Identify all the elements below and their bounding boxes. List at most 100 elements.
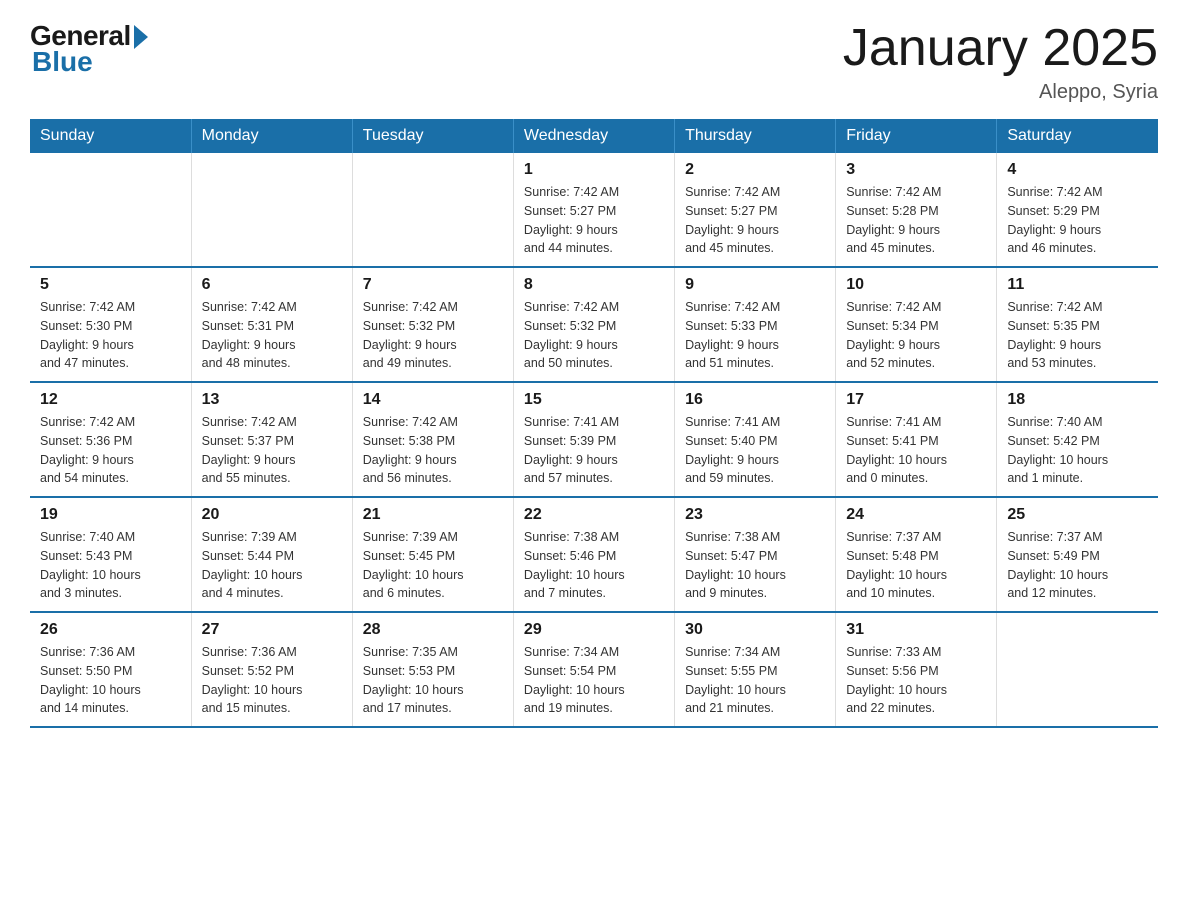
calendar-cell: 29 Sunrise: 7:34 AMSunset: 5:54 PMDayligh…: [513, 612, 674, 727]
calendar-cell: 26 Sunrise: 7:36 AMSunset: 5:50 PMDayligh…: [30, 612, 191, 727]
day-number: 14: [363, 391, 503, 409]
day-number: 1: [524, 161, 664, 179]
calendar-cell: [997, 612, 1158, 727]
day-info: Sunrise: 7:37 AMSunset: 5:48 PMDaylight:…: [846, 528, 986, 603]
week-row-5: 26 Sunrise: 7:36 AMSunset: 5:50 PMDayligh…: [30, 612, 1158, 727]
day-info: Sunrise: 7:36 AMSunset: 5:50 PMDaylight:…: [40, 643, 181, 718]
day-info: Sunrise: 7:37 AMSunset: 5:49 PMDaylight:…: [1007, 528, 1148, 603]
calendar-location: Aleppo, Syria: [843, 81, 1158, 104]
day-info: Sunrise: 7:42 AMSunset: 5:31 PMDaylight:…: [202, 298, 342, 373]
day-number: 10: [846, 276, 986, 294]
day-number: 4: [1007, 161, 1148, 179]
day-number: 25: [1007, 506, 1148, 524]
day-number: 16: [685, 391, 825, 409]
logo-triangle-icon: [134, 25, 148, 49]
day-number: 29: [524, 621, 664, 639]
day-number: 21: [363, 506, 503, 524]
calendar-cell: 5 Sunrise: 7:42 AMSunset: 5:30 PMDaylight…: [30, 267, 191, 382]
day-number: 7: [363, 276, 503, 294]
calendar-cell: 15 Sunrise: 7:41 AMSunset: 5:39 PMDayligh…: [513, 382, 674, 497]
day-number: 30: [685, 621, 825, 639]
day-number: 6: [202, 276, 342, 294]
calendar-cell: 1Sunrise: 7:42 AMSunset: 5:27 PMDaylight…: [513, 153, 674, 267]
week-row-3: 12 Sunrise: 7:42 AMSunset: 5:36 PMDayligh…: [30, 382, 1158, 497]
day-info: Sunrise: 7:42 AMSunset: 5:38 PMDaylight:…: [363, 413, 503, 488]
calendar-cell: 30 Sunrise: 7:34 AMSunset: 5:55 PMDayligh…: [675, 612, 836, 727]
day-info: Sunrise: 7:38 AMSunset: 5:47 PMDaylight:…: [685, 528, 825, 603]
day-number: 9: [685, 276, 825, 294]
day-info: Sunrise: 7:42 AMSunset: 5:32 PMDaylight:…: [524, 298, 664, 373]
page-header: General Blue January 2025 Aleppo, Syria: [30, 20, 1158, 104]
logo-blue-text: Blue: [30, 46, 93, 78]
calendar-header: SundayMondayTuesdayWednesdayThursdayFrid…: [30, 119, 1158, 153]
day-number: 17: [846, 391, 986, 409]
calendar-cell: 28 Sunrise: 7:35 AMSunset: 5:53 PMDayligh…: [352, 612, 513, 727]
week-row-1: 1 Sunrise: 7:42 AMSunset: 5:27 PMDaylight…: [30, 153, 1158, 267]
day-number: 15: [524, 391, 664, 409]
day-number: 11: [1007, 276, 1148, 294]
day-number: 28: [363, 621, 503, 639]
day-info: Sunrise: 7:41 AMSunset: 5:39 PMDaylight:…: [524, 413, 664, 488]
day-info: Sunrise: 7:35 AMSunset: 5:53 PMDaylight:…: [363, 643, 503, 718]
calendar-cell: 17 Sunrise: 7:41 AMSunset: 5:41 PMDayligh…: [836, 382, 997, 497]
day-number: 2: [685, 161, 825, 179]
day-info: Sunrise: 7:38 AMSunset: 5:46 PMDaylight:…: [524, 528, 664, 603]
day-info: Sunrise: 7:42 AMSunset: 5:34 PMDaylight:…: [846, 298, 986, 373]
calendar-cell: [30, 153, 191, 267]
calendar-cell: 27 Sunrise: 7:36 AMSunset: 5:52 PMDayligh…: [191, 612, 352, 727]
header-thursday: Thursday: [675, 119, 836, 153]
day-number: 12: [40, 391, 181, 409]
day-number: 22: [524, 506, 664, 524]
day-info: Sunrise: 7:39 AMSunset: 5:44 PMDaylight:…: [202, 528, 342, 603]
day-number: 5: [40, 276, 181, 294]
day-number: 18: [1007, 391, 1148, 409]
day-info: Sunrise: 7:42 AMSunset: 5:32 PMDaylight:…: [363, 298, 503, 373]
day-number: 3: [846, 161, 986, 179]
day-info: Sunrise: 7:41 AMSunset: 5:40 PMDaylight:…: [685, 413, 825, 488]
calendar-cell: 23 Sunrise: 7:38 AMSunset: 5:47 PMDayligh…: [675, 497, 836, 612]
day-info: Sunrise: 7:42 AMSunset: 5:27 PMDaylight:…: [685, 183, 825, 258]
calendar-cell: 19Sunrise: 7:40 AMSunset: 5:43 PMDayligh…: [30, 497, 191, 612]
calendar-title: January 2025: [843, 20, 1158, 77]
day-info: Sunrise: 7:33 AMSunset: 5:56 PMDaylight:…: [846, 643, 986, 718]
day-number: 8: [524, 276, 664, 294]
day-info: Sunrise: 7:41 AMSunset: 5:41 PMDaylight:…: [846, 413, 986, 488]
day-number: 31: [846, 621, 986, 639]
header-sunday: Sunday: [30, 119, 191, 153]
day-info: Sunrise: 7:34 AMSunset: 5:54 PMDaylight:…: [524, 643, 664, 718]
day-number: 23: [685, 506, 825, 524]
calendar-table: SundayMondayTuesdayWednesdayThursdayFrid…: [30, 119, 1158, 728]
day-number: 19: [40, 506, 181, 524]
calendar-cell: 20 Sunrise: 7:39 AMSunset: 5:44 PMDayligh…: [191, 497, 352, 612]
day-info: Sunrise: 7:42 AMSunset: 5:29 PMDaylight:…: [1007, 183, 1148, 258]
calendar-cell: 14 Sunrise: 7:42 AMSunset: 5:38 PMDayligh…: [352, 382, 513, 497]
calendar-cell: 13Sunrise: 7:42 AMSunset: 5:37 PMDayligh…: [191, 382, 352, 497]
title-section: January 2025 Aleppo, Syria: [843, 20, 1158, 104]
calendar-cell: 7 Sunrise: 7:42 AMSunset: 5:32 PMDaylight…: [352, 267, 513, 382]
day-number: 27: [202, 621, 342, 639]
calendar-cell: 6 Sunrise: 7:42 AMSunset: 5:31 PMDaylight…: [191, 267, 352, 382]
day-info: Sunrise: 7:36 AMSunset: 5:52 PMDaylight:…: [202, 643, 342, 718]
week-row-4: 19Sunrise: 7:40 AMSunset: 5:43 PMDayligh…: [30, 497, 1158, 612]
day-info: Sunrise: 7:42 AMSunset: 5:28 PMDaylight:…: [846, 183, 986, 258]
day-number: 24: [846, 506, 986, 524]
day-number: 26: [40, 621, 181, 639]
day-info: Sunrise: 7:42 AMSunset: 5:37 PMDaylight:…: [202, 413, 342, 488]
calendar-cell: 16 Sunrise: 7:41 AMSunset: 5:40 PMDayligh…: [675, 382, 836, 497]
day-info: Sunrise: 7:42 AMSunset: 5:30 PMDaylight:…: [40, 298, 181, 373]
week-row-2: 5 Sunrise: 7:42 AMSunset: 5:30 PMDaylight…: [30, 267, 1158, 382]
header-saturday: Saturday: [997, 119, 1158, 153]
calendar-body: 1 Sunrise: 7:42 AMSunset: 5:27 PMDaylight…: [30, 153, 1158, 727]
day-info: Sunrise: 7:34 AMSunset: 5:55 PMDaylight:…: [685, 643, 825, 718]
calendar-cell: 31 Sunrise: 7:33 AMSunset: 5:56 PMDayligh…: [836, 612, 997, 727]
header-friday: Friday: [836, 119, 997, 153]
day-info: Sunrise: 7:40 AMSunset: 5:42 PMDaylight:…: [1007, 413, 1148, 488]
header-tuesday: Tuesday: [352, 119, 513, 153]
calendar-cell: 3 Sunrise: 7:42 AMSunset: 5:28 PMDaylight…: [836, 153, 997, 267]
day-info: Sunrise: 7:39 AMSunset: 5:45 PMDaylight:…: [363, 528, 503, 603]
day-number: 20: [202, 506, 342, 524]
day-info: Sunrise: 7:42 AMSunset: 5:35 PMDaylight:…: [1007, 298, 1148, 373]
day-info: Sunrise: 7:42 AMSunset: 5:36 PMDaylight:…: [40, 413, 181, 488]
calendar-cell: 10 Sunrise: 7:42 AMSunset: 5:34 PMDayligh…: [836, 267, 997, 382]
calendar-cell: [191, 153, 352, 267]
